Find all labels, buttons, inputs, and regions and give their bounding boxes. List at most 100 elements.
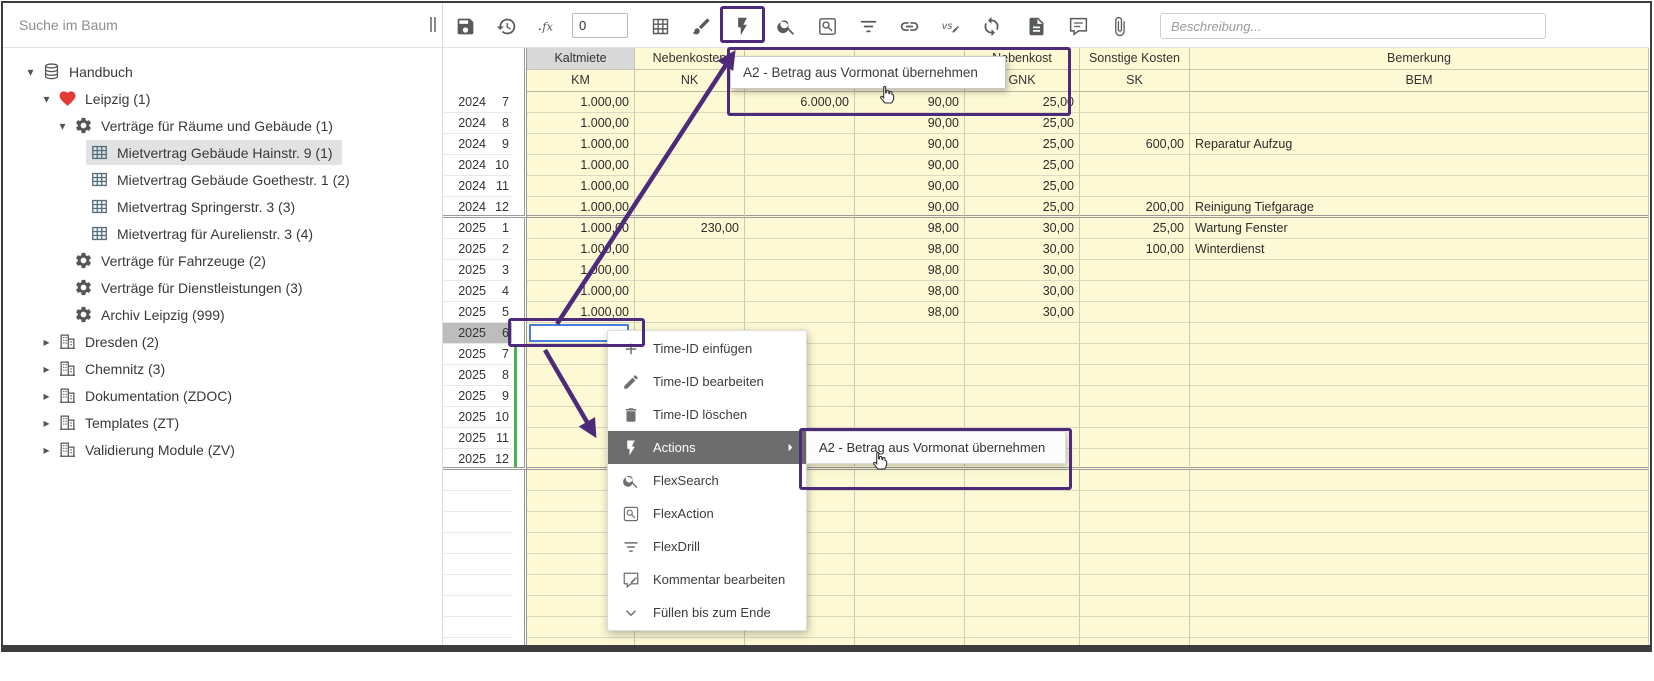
tree-item-body[interactable]: Handbuch xyxy=(38,59,142,84)
cell-col4[interactable]: 90,00 xyxy=(855,197,965,218)
cell-col4[interactable] xyxy=(855,386,965,407)
cell-bem[interactable] xyxy=(1190,512,1649,533)
tree-item[interactable]: Mietvertrag Springerstr. 3 (3) xyxy=(3,193,442,220)
column-header-sk[interactable]: Sonstige Kosten xyxy=(1080,48,1190,70)
tree-item[interactable]: ▸Dresden (2) xyxy=(3,328,442,355)
column-code-km[interactable]: KM xyxy=(527,70,635,92)
row-year[interactable]: 2025 xyxy=(443,428,492,449)
cell-gnk[interactable] xyxy=(965,617,1080,638)
column-code-bem[interactable]: BEM xyxy=(1190,70,1649,92)
cell-bem[interactable]: Wartung Fenster xyxy=(1190,218,1649,239)
row-year[interactable]: 2024 xyxy=(443,134,492,155)
cell-sk[interactable] xyxy=(1080,533,1190,554)
cell-col3[interactable] xyxy=(745,176,855,197)
cell-col4[interactable]: 98,00 xyxy=(855,302,965,323)
cell-col4[interactable] xyxy=(855,617,965,638)
splitter-handle[interactable] xyxy=(430,17,436,32)
row-month[interactable]: 8 xyxy=(492,365,512,386)
description-input[interactable] xyxy=(1160,13,1546,39)
cell-nk[interactable] xyxy=(635,197,745,218)
row-month[interactable]: 12 xyxy=(492,449,512,470)
cell-sk[interactable] xyxy=(1080,512,1190,533)
cell-sk[interactable] xyxy=(1080,302,1190,323)
save-button[interactable] xyxy=(445,8,485,44)
row-month[interactable]: 3 xyxy=(492,260,512,281)
cell-sk[interactable] xyxy=(1080,575,1190,596)
cell-bem[interactable] xyxy=(1190,596,1649,617)
compare-button[interactable]: vs xyxy=(930,8,970,44)
sync-button[interactable] xyxy=(971,8,1011,44)
cell-sk[interactable] xyxy=(1080,491,1190,512)
cell-sk[interactable] xyxy=(1080,386,1190,407)
cell-col4[interactable] xyxy=(855,323,965,344)
cell-col3[interactable] xyxy=(745,113,855,134)
tree-item-body[interactable]: Verträge für Fahrzeuge (2) xyxy=(70,248,275,273)
cell-nk[interactable] xyxy=(635,281,745,302)
cell-km[interactable]: 1.000,00 xyxy=(527,239,635,260)
cell-col4[interactable]: 90,00 xyxy=(855,92,965,113)
flexsearch-button[interactable] xyxy=(766,8,806,44)
cell-gnk[interactable] xyxy=(965,365,1080,386)
row-year[interactable]: 2025 xyxy=(443,365,492,386)
flexdrill-button[interactable] xyxy=(848,8,888,44)
caret-down-icon[interactable]: ▾ xyxy=(55,119,70,133)
menu-item-actions[interactable]: Actions xyxy=(608,431,806,464)
column-code-sk[interactable]: SK xyxy=(1080,70,1190,92)
cell-col3[interactable] xyxy=(745,302,855,323)
cell-bem[interactable] xyxy=(1190,176,1649,197)
row-month[interactable]: 7 xyxy=(492,344,512,365)
cell-gnk[interactable]: 25,00 xyxy=(965,113,1080,134)
cell-km[interactable]: 1.000,00 xyxy=(527,218,635,239)
cell-gnk[interactable]: 30,00 xyxy=(965,218,1080,239)
cell-km[interactable]: 1.000,00 xyxy=(527,281,635,302)
cell-sk[interactable] xyxy=(1080,428,1190,449)
comment-button[interactable] xyxy=(1058,8,1098,44)
cell-bem[interactable] xyxy=(1190,323,1649,344)
cell-sk[interactable] xyxy=(1080,155,1190,176)
cell-gnk[interactable]: 25,00 xyxy=(965,134,1080,155)
tree-item[interactable]: Mietvertrag Gebäude Hainstr. 9 (1) xyxy=(3,139,442,166)
row-month[interactable]: 2 xyxy=(492,239,512,260)
tree-item[interactable]: Verträge für Dienstleistungen (3) xyxy=(3,274,442,301)
row-year[interactable]: 2025 xyxy=(443,407,492,428)
cell-sk[interactable] xyxy=(1080,260,1190,281)
cell-gnk[interactable]: 25,00 xyxy=(965,155,1080,176)
tree-item-body[interactable]: Dokumentation (ZDOC) xyxy=(54,383,241,408)
tree-item-body[interactable]: Templates (ZT) xyxy=(54,410,188,435)
table-button[interactable] xyxy=(640,8,680,44)
cell-nk[interactable]: 230,00 xyxy=(635,218,745,239)
cell-bem[interactable] xyxy=(1190,575,1649,596)
tree-item[interactable]: ▸Validierung Module (ZV) xyxy=(3,436,442,463)
tree-item[interactable]: ▾Handbuch xyxy=(3,58,442,85)
row-year[interactable]: 2025 xyxy=(443,344,492,365)
cell-col3[interactable] xyxy=(745,155,855,176)
column-header-bem[interactable]: Bemerkung xyxy=(1190,48,1649,70)
menu-item-time-id-einfuegen[interactable]: Time-ID einfügen xyxy=(608,332,806,365)
menu-item-flexaction[interactable]: FlexAction xyxy=(608,497,806,530)
cell-km[interactable] xyxy=(527,638,635,645)
tree-item[interactable]: ▸Templates (ZT) xyxy=(3,409,442,436)
caret-right-icon[interactable]: ▸ xyxy=(39,443,54,457)
row-year[interactable]: 2025 xyxy=(443,302,492,323)
cell-gnk[interactable]: 30,00 xyxy=(965,260,1080,281)
cell-bem[interactable]: Reinigung Tiefgarage xyxy=(1190,197,1649,218)
cell-col4[interactable]: 90,00 xyxy=(855,155,965,176)
cell-km[interactable]: 1.000,00 xyxy=(527,155,635,176)
row-year[interactable]: 2025 xyxy=(443,239,492,260)
cell-col4[interactable] xyxy=(855,407,965,428)
cell-nk[interactable] xyxy=(635,92,745,113)
cell-sk[interactable] xyxy=(1080,470,1190,491)
cell-sk[interactable] xyxy=(1080,323,1190,344)
cell-gnk[interactable]: 30,00 xyxy=(965,239,1080,260)
cell-sk[interactable] xyxy=(1080,92,1190,113)
cell-gnk[interactable] xyxy=(965,512,1080,533)
cell-nk[interactable] xyxy=(635,638,745,645)
cell-bem[interactable] xyxy=(1190,113,1649,134)
row-year[interactable]: 2025 xyxy=(443,323,492,344)
cell-sk[interactable] xyxy=(1080,407,1190,428)
cell-gnk[interactable] xyxy=(965,344,1080,365)
tree-item[interactable]: ▾Leipzig (1) xyxy=(3,85,442,112)
cell-col4[interactable]: 98,00 xyxy=(855,281,965,302)
row-year[interactable]: 2024 xyxy=(443,113,492,134)
cell-col3[interactable] xyxy=(745,197,855,218)
